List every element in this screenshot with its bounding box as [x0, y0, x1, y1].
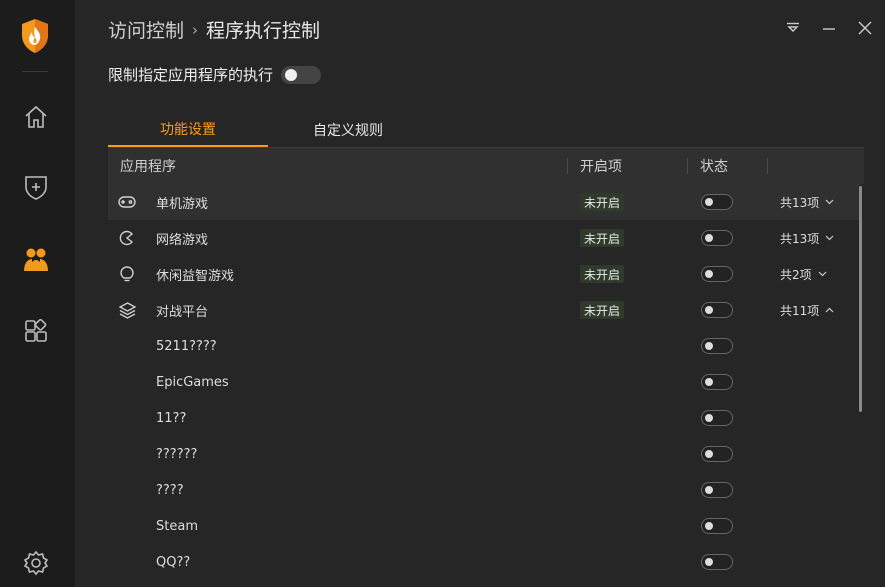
app-row[interactable]: EpicGames	[108, 364, 860, 400]
restrict-execution-label: 限制指定应用程序的执行	[108, 66, 274, 84]
enabled-status-badge: 未开启	[580, 229, 625, 247]
nav-home-icon[interactable]	[21, 102, 51, 132]
status-toggle[interactable]	[701, 302, 733, 318]
sidebar-divider	[22, 71, 48, 72]
app-name: 5211????	[156, 338, 217, 354]
gamepad-icon	[118, 193, 136, 211]
restrict-execution-row: 限制指定应用程序的执行	[108, 64, 322, 85]
tab-custom-rules[interactable]: 自定义规则	[268, 113, 428, 147]
app-name: Steam	[156, 518, 198, 534]
category-name: 休闲益智游戏	[156, 268, 235, 284]
category-row-battle-platforms[interactable]: 对战平台 未开启 共11项	[108, 292, 860, 328]
app-table-body: 单机游戏 未开启 共13项 网络游戏 未开启 共13项 休闲益智游戏 未开启 共…	[108, 184, 860, 580]
chevron-down-icon	[825, 235, 834, 241]
app-row[interactable]: 11??	[108, 400, 860, 436]
category-name: 网络游戏	[156, 232, 209, 248]
page-title: 程序执行控制	[206, 20, 321, 42]
pacman-icon	[118, 229, 136, 247]
column-divider[interactable]	[687, 158, 688, 174]
category-name: 单机游戏	[156, 196, 209, 212]
nav-settings-gear-icon[interactable]	[21, 548, 51, 578]
status-toggle[interactable]	[701, 338, 733, 354]
close-icon[interactable]	[855, 18, 875, 38]
item-count: 共11项	[780, 303, 820, 318]
status-toggle[interactable]	[701, 518, 733, 534]
app-row[interactable]: QQ??	[108, 544, 860, 580]
minimize-icon[interactable]	[819, 18, 839, 38]
item-count: 共13项	[780, 231, 820, 246]
item-count-expander[interactable]: 共13项	[780, 184, 834, 220]
tab-bar: 功能设置 自定义规则	[108, 113, 864, 148]
item-count-expander[interactable]: 共13项	[780, 220, 834, 256]
status-toggle[interactable]	[701, 446, 733, 462]
restrict-execution-toggle[interactable]	[281, 65, 322, 84]
item-count-expander[interactable]: 共11项	[780, 292, 834, 328]
window-controls	[783, 18, 875, 38]
layers-icon	[118, 301, 136, 319]
breadcrumb-parent[interactable]: 访问控制	[108, 16, 184, 43]
category-row-casual-puzzle-games[interactable]: 休闲益智游戏 未开启 共2项	[108, 256, 860, 292]
category-row-online-games[interactable]: 网络游戏 未开启 共13项	[108, 220, 860, 256]
item-count-expander[interactable]: 共2项	[780, 256, 827, 292]
shield-flame-logo-icon	[20, 18, 50, 54]
app-row[interactable]: ??????	[108, 436, 860, 472]
enabled-status-badge: 未开启	[580, 301, 625, 319]
status-toggle[interactable]	[701, 374, 733, 390]
app-name: ??????	[156, 446, 198, 462]
status-toggle[interactable]	[701, 266, 733, 282]
status-toggle[interactable]	[701, 410, 733, 426]
lightbulb-icon	[118, 265, 136, 283]
item-count: 共13项	[780, 195, 820, 210]
chevron-down-icon	[825, 199, 834, 205]
nav-access-control-users-icon[interactable]	[21, 244, 51, 274]
breadcrumb-separator: ›	[192, 20, 199, 39]
main-panel: 访问控制 › 程序执行控制 限制指定应用程序的执行 功能设置 自定义规则 应用程…	[75, 0, 885, 587]
nav-shield-plus-icon[interactable]	[21, 172, 51, 202]
app-name: 11??	[156, 410, 187, 426]
app-name: EpicGames	[156, 374, 229, 390]
app-row[interactable]: 5211????	[108, 328, 860, 364]
category-row-standalone-games[interactable]: 单机游戏 未开启 共13项	[108, 184, 860, 220]
status-toggle[interactable]	[701, 230, 733, 246]
column-divider[interactable]	[567, 158, 568, 174]
column-header-enabled: 开启项	[580, 159, 622, 175]
chevron-up-icon	[825, 307, 834, 313]
enabled-status-badge: 未开启	[580, 193, 625, 211]
status-toggle[interactable]	[701, 554, 733, 570]
status-toggle[interactable]	[701, 194, 733, 210]
nav-apps-grid-icon[interactable]	[21, 316, 51, 346]
column-divider[interactable]	[767, 158, 768, 174]
table-header: 应用程序 开启项 状态	[108, 148, 864, 184]
dropdown-menu-icon[interactable]	[783, 18, 803, 38]
tab-feature-settings[interactable]: 功能设置	[108, 113, 268, 147]
app-name: QQ??	[156, 554, 191, 570]
app-name: ????	[156, 482, 184, 498]
chevron-down-icon	[818, 271, 827, 277]
status-toggle[interactable]	[701, 482, 733, 498]
vertical-scrollbar[interactable]	[859, 186, 862, 412]
app-row[interactable]: ????	[108, 472, 860, 508]
column-header-application: 应用程序	[120, 159, 176, 175]
column-header-status: 状态	[700, 159, 728, 175]
sidebar	[0, 0, 75, 587]
item-count: 共2项	[780, 267, 812, 282]
breadcrumb: 访问控制 › 程序执行控制	[108, 16, 320, 43]
enabled-status-badge: 未开启	[580, 265, 625, 283]
category-name: 对战平台	[156, 304, 209, 320]
app-row[interactable]: Steam	[108, 508, 860, 544]
